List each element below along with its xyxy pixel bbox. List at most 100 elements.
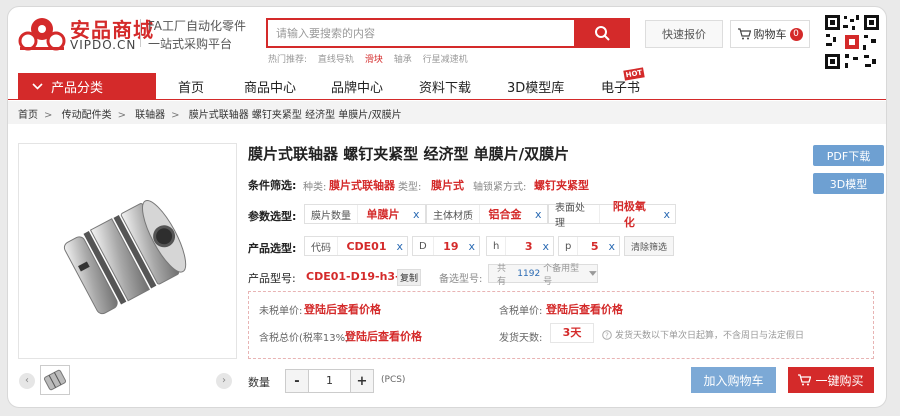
nav-brands[interactable]: 品牌中心 [331, 77, 383, 96]
breadcrumb-item[interactable]: 传动配件类 [62, 110, 112, 121]
p-key: p [559, 237, 579, 255]
filter-kind-key: 类型: [398, 182, 422, 193]
search-input[interactable] [266, 18, 574, 48]
quantity-input[interactable]: 1 [309, 369, 350, 393]
alt-model-select[interactable]: 共有 1192 个备用型号 [488, 264, 598, 287]
untaxed-price-value[interactable]: 登陆后查看价格 [304, 301, 381, 317]
cart-icon [798, 374, 812, 386]
params-label: 参数选型: [248, 210, 297, 223]
breadcrumb-current: 膜片式联轴器 螺钉夹紧型 经济型 单膜片/双膜片 [188, 110, 402, 121]
d-value: 19 [443, 239, 459, 253]
buy-now-button[interactable]: 一键购买 [788, 367, 874, 393]
hot-search-label: 热门推荐: [268, 55, 308, 65]
qr-code-icon [823, 13, 881, 71]
alt-prefix: 共有 [497, 263, 507, 287]
quantity-increase-button[interactable]: + [350, 369, 374, 393]
param-chip-key: 主体材质 [427, 205, 480, 223]
total-price-label: 含税总价(税率13%): [259, 333, 353, 344]
cart-icon [737, 28, 751, 40]
nav-downloads[interactable]: 资料下载 [419, 77, 471, 96]
filter-lock-key: 轴锁紧方式: [473, 182, 527, 193]
remove-icon[interactable]: x [464, 240, 479, 253]
logo-icon[interactable] [18, 15, 66, 51]
alt-count: 1192 [517, 268, 541, 279]
quantity-unit: (PCS) [381, 375, 406, 385]
gallery-next-button[interactable]: › [216, 373, 232, 389]
category-menu-button[interactable]: 产品分类 [18, 73, 156, 99]
hot-search: 热门推荐: 直线导轨 滑块 轴承 行星减速机 [268, 52, 476, 65]
chevron-down-icon [589, 271, 597, 276]
remove-icon[interactable]: x [408, 208, 425, 221]
filter-kind-value[interactable]: 膜片式 [431, 177, 464, 193]
ship-days-value: 3天 [562, 326, 582, 339]
quick-quote-button[interactable]: 快速报价 [645, 20, 723, 48]
ship-days-label: 发货天数: [499, 333, 543, 344]
clear-filter-button[interactable]: 清除筛选 [624, 236, 674, 256]
product-image [18, 143, 237, 359]
breadcrumb-item[interactable]: 联轴器 [135, 110, 165, 121]
remove-icon[interactable]: x [530, 208, 547, 221]
filter-label: 条件筛选: [248, 179, 297, 192]
d-field[interactable]: D 19 x [412, 236, 480, 256]
h-field[interactable]: h 3 x [486, 236, 554, 256]
alt-suffix: 个备用型号 [543, 263, 580, 287]
taxed-price-value[interactable]: 登陆后查看价格 [546, 301, 623, 317]
param-chip-diaphragm[interactable]: 膜片数量 单膜片 x [304, 204, 426, 224]
product-thumbnail[interactable] [40, 365, 70, 395]
nav-products[interactable]: 商品中心 [244, 77, 296, 96]
taxed-price-label: 含税单价: [499, 306, 543, 317]
param-chip-value: 单膜片 [366, 208, 400, 221]
info-icon: ? [602, 329, 612, 340]
nav-home[interactable]: 首页 [178, 77, 204, 96]
param-chip-surface[interactable]: 表面处理 阳极氧化 x [548, 200, 676, 229]
cart-label: 购物车 [753, 28, 787, 41]
breadcrumb: 首页 > 传动配件类 > 联轴器 > 膜片式联轴器 螺钉夹紧型 经济型 单膜片/双膜片 [18, 110, 402, 121]
svg-text:?: ? [605, 331, 609, 339]
param-chip-material[interactable]: 主体材质 铝合金 x [426, 204, 548, 224]
ship-days-value-box: 3天 [550, 323, 594, 343]
gallery-prev-button[interactable]: ‹ [19, 373, 35, 389]
filter-type-value[interactable]: 膜片式联轴器 [329, 177, 395, 193]
search-icon [595, 26, 610, 41]
hot-search-item[interactable]: 轴承 [394, 55, 412, 65]
untaxed-price-label: 未税单价: [259, 306, 303, 317]
p-value: 5 [590, 239, 599, 253]
filter-type-key: 种类: [303, 182, 327, 193]
chevron-down-icon [32, 82, 43, 90]
remove-icon[interactable]: x [392, 240, 407, 253]
code-field[interactable]: 代码 CDE01 x [304, 236, 408, 256]
nav-ebooks[interactable]: 电子书 [601, 77, 640, 96]
param-chip-value: 铝合金 [488, 208, 522, 221]
total-price-value[interactable]: 登陆后查看价格 [345, 328, 422, 344]
3d-model-button[interactable]: 3D模型 [813, 173, 884, 194]
copy-button[interactable]: 复制 [397, 269, 421, 286]
page-frame: 安品商城 VIPDO.CN FA工厂自动化零件 一站式采购平台 热门推荐: 直线… [7, 6, 887, 408]
tagline-line2: 一站式采购平台 [148, 37, 233, 51]
divider [140, 19, 141, 47]
filter-lock-value[interactable]: 螺钉夹紧型 [534, 177, 589, 193]
h-key: h [487, 237, 507, 255]
quantity-decrease-button[interactable]: - [285, 369, 309, 393]
remove-icon[interactable]: x [604, 240, 619, 253]
hot-badge: HOT [623, 67, 645, 81]
breadcrumb-item[interactable]: 首页 [18, 110, 38, 121]
param-chip-value: 阳极氧化 [612, 200, 646, 229]
hot-search-item[interactable]: 行星减速机 [423, 55, 468, 65]
quantity-label: 数量 [248, 376, 270, 389]
hot-search-item[interactable]: 滑块 [365, 55, 383, 65]
add-to-cart-button[interactable]: 加入购物车 [691, 367, 776, 393]
cart-button[interactable]: 购物车 0 [730, 20, 810, 48]
hot-search-item[interactable]: 直线导轨 [318, 55, 354, 65]
remove-icon[interactable]: x [538, 240, 553, 253]
alt-model-label: 备选型号: [439, 274, 483, 285]
brand-domain: VIPDO.CN [70, 38, 137, 52]
code-key: 代码 [305, 237, 338, 255]
nav-3d-models[interactable]: 3D模型库 [507, 77, 564, 96]
remove-icon[interactable]: x [658, 208, 675, 221]
search-button[interactable] [574, 18, 630, 48]
tagline-line1: FA工厂自动化零件 [148, 19, 247, 33]
p-field[interactable]: p 5 x [558, 236, 620, 256]
param-chip-key: 膜片数量 [305, 205, 358, 223]
nav-underline [8, 99, 886, 100]
pdf-download-button[interactable]: PDF下载 [813, 145, 884, 166]
